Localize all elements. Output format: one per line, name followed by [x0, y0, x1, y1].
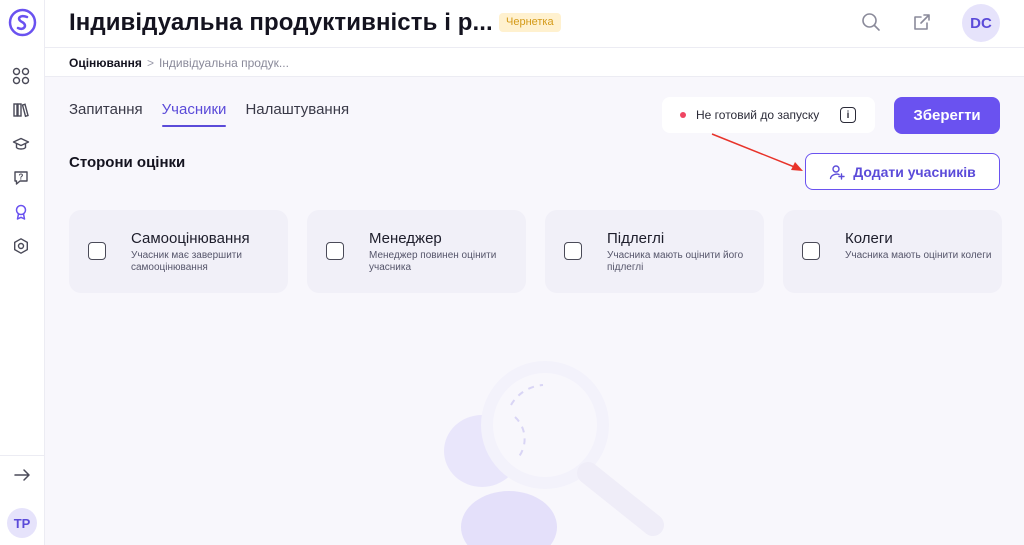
checkbox[interactable] [88, 242, 106, 260]
tab-participants[interactable]: Учасники [161, 101, 226, 127]
user-avatar[interactable]: TP [7, 508, 37, 538]
sidebar-divider [0, 455, 45, 456]
app-logo-icon[interactable] [8, 8, 37, 37]
search-icon[interactable] [860, 11, 882, 33]
award-badge-icon[interactable] [11, 202, 31, 222]
card-description: Учасника мають оцінити його підлеглі [607, 250, 744, 273]
card-description: Учасник має завершити самооцінювання [131, 250, 242, 273]
empty-state-magnifier-icon [444, 361, 664, 545]
save-button[interactable]: Зберегти [894, 97, 1000, 134]
card-title: Менеджер [369, 230, 442, 247]
arrow-right-icon[interactable] [11, 464, 33, 486]
info-icon[interactable]: i [840, 107, 856, 123]
breadcrumb-current: Індивідуальна продук... [158, 56, 289, 70]
page-title: Індивідуальна продуктивність і р... [69, 9, 493, 36]
external-link-icon[interactable] [911, 11, 933, 33]
card-colleagues[interactable]: Колеги Учасника мають оцінити колеги [783, 210, 1002, 293]
add-user-icon [830, 164, 845, 180]
card-title: Колеги [845, 230, 893, 247]
card-subordinates[interactable]: Підлеглі Учасника мають оцінити його під… [545, 210, 764, 293]
tab-bar: Запитання Учасники Налаштування [69, 101, 349, 127]
status-badge: Чернетка [499, 13, 561, 32]
header: Індивідуальна продуктивність і р... Черн… [45, 0, 1024, 48]
card-title: Самооцінювання [131, 230, 250, 247]
launch-status: Не готовий до запуску i [662, 97, 875, 133]
svg-text:?: ? [19, 173, 24, 182]
add-participants-label: Додати учасників [853, 163, 976, 180]
checkbox[interactable] [564, 242, 582, 260]
settings-hexagon-icon[interactable] [11, 236, 31, 256]
tab-questions[interactable]: Запитання [69, 101, 143, 126]
card-self-assessment[interactable]: Самооцінювання Учасник має завершити сам… [69, 210, 288, 293]
dashboard-grid-icon[interactable] [11, 66, 31, 86]
breadcrumb-parent-link[interactable]: Оцінювання [69, 56, 142, 70]
section-title: Сторони оцінки [69, 154, 186, 171]
graduation-cap-icon[interactable] [11, 134, 31, 154]
status-text: Не готовий до запуску [696, 108, 820, 122]
tab-settings[interactable]: Налаштування [245, 101, 349, 126]
library-books-icon[interactable] [11, 100, 31, 120]
status-dot [680, 112, 686, 118]
checkbox[interactable] [326, 242, 344, 260]
evaluation-sides-list: Самооцінювання Учасник має завершити сам… [69, 210, 1002, 293]
sidebar: ? TP [0, 0, 45, 545]
breadcrumb: Оцінювання > Індивідуальна продук... [69, 56, 289, 70]
account-avatar[interactable]: DC [962, 4, 1000, 42]
add-participants-button[interactable]: Додати учасників [805, 153, 1000, 190]
chevron-right-icon: > [146, 56, 154, 70]
question-chat-icon[interactable]: ? [11, 168, 31, 188]
card-description: Менеджер повинен оцінити учасника [369, 250, 497, 273]
checkbox[interactable] [802, 242, 820, 260]
card-manager[interactable]: Менеджер Менеджер повинен оцінити учасни… [307, 210, 526, 293]
card-description: Учасника мають оцінити колеги [845, 250, 992, 261]
card-title: Підлеглі [607, 230, 665, 247]
breadcrumb-bar: Оцінювання > Індивідуальна продук... [45, 48, 1024, 77]
